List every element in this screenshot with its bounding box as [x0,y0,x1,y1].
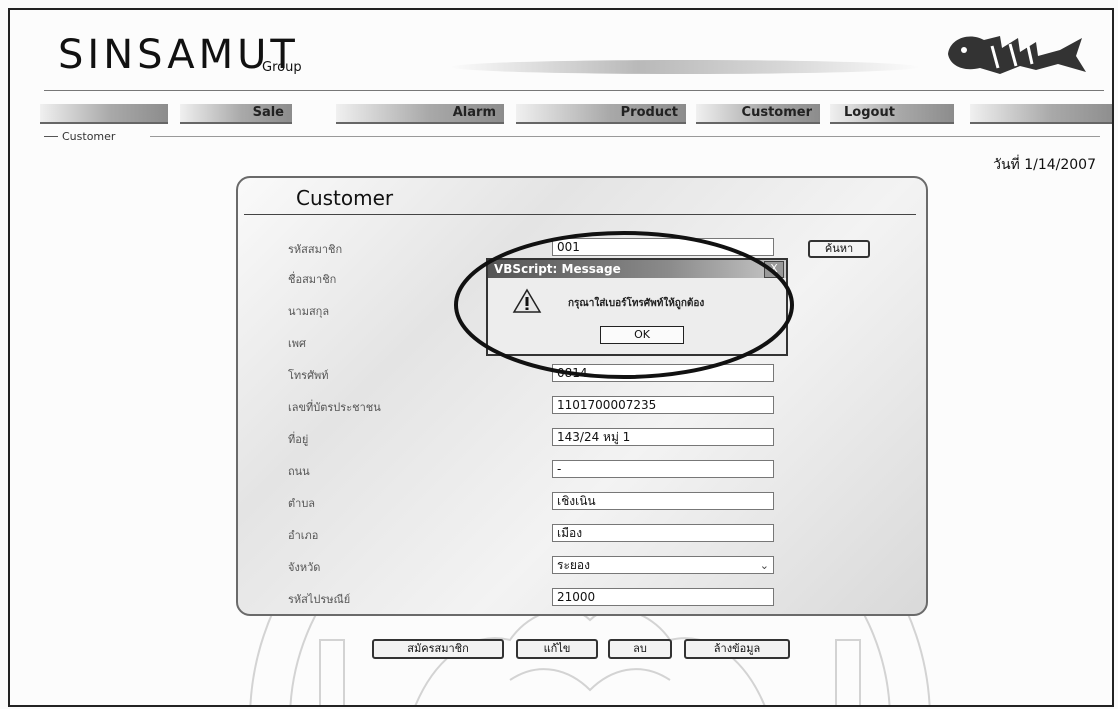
label-citizen-id: เลขที่บัตรประชาชน [288,401,381,414]
label-province: จังหวัด [288,561,321,574]
edit-button[interactable]: แก้ไข [516,639,598,659]
header-decoration [450,60,920,74]
nav-spacer-right [970,104,1112,124]
label-member-id: รหัสสมาชิก [288,243,343,256]
header-divider [44,90,1104,91]
chevron-down-icon[interactable]: ⌄ [760,558,769,574]
citizen-id-input[interactable]: 1101700007235 [552,396,774,414]
label-phone: โทรศัพท์ [288,369,329,382]
register-button[interactable]: สมัครสมาชิก [372,639,504,659]
label-subdistrict: ตำบล [288,497,316,510]
postcode-input[interactable]: 21000 [552,588,774,606]
province-select[interactable]: ระยอง ⌄ [552,556,774,574]
subdistrict-input[interactable]: เชิงเนิน [552,492,774,510]
fish-logo-icon [948,36,1086,74]
nav-item-alarm[interactable]: Alarm [336,104,504,124]
main-nav: Sale Alarm Product Customer Logout [40,104,1112,124]
breadcrumb-rule-right [150,136,1100,137]
brand-subtitle: Group [262,60,302,75]
label-last-name: นามสกุล [288,305,330,318]
nav-spacer-left [40,104,168,124]
label-first-name: ชื่อสมาชิก [288,273,337,286]
nav-item-customer[interactable]: Customer [696,104,820,124]
label-district: อำเภอ [288,529,319,542]
form-title-divider [244,214,916,215]
label-address: ที่อยู่ [288,433,309,446]
nav-item-logout[interactable]: Logout [830,104,954,124]
app-window: SINSAMUT Group Sale Alarm Product Custom… [8,8,1114,707]
nav-item-product[interactable]: Product [516,104,686,124]
search-button[interactable]: ค้นหา [808,240,870,258]
highlight-circle [454,231,794,379]
road-input[interactable]: - [552,460,774,478]
delete-button[interactable]: ลบ [608,639,672,659]
label-gender: เพศ [288,337,306,350]
district-input[interactable]: เมือง [552,524,774,542]
breadcrumb-rule [44,136,58,137]
nav-item-sale[interactable]: Sale [180,104,292,124]
form-title: Customer [296,186,394,210]
current-date: วันที่ 1/14/2007 [993,157,1096,173]
province-select-value: ระยอง [557,558,590,572]
label-road: ถนน [288,465,310,478]
label-postcode: รหัสไปรษณีย์ [288,593,351,606]
address-input[interactable]: 143/24 หมู่ 1 [552,428,774,446]
clear-button[interactable]: ล้างข้อมูล [684,639,790,659]
breadcrumb: Customer [62,130,116,143]
